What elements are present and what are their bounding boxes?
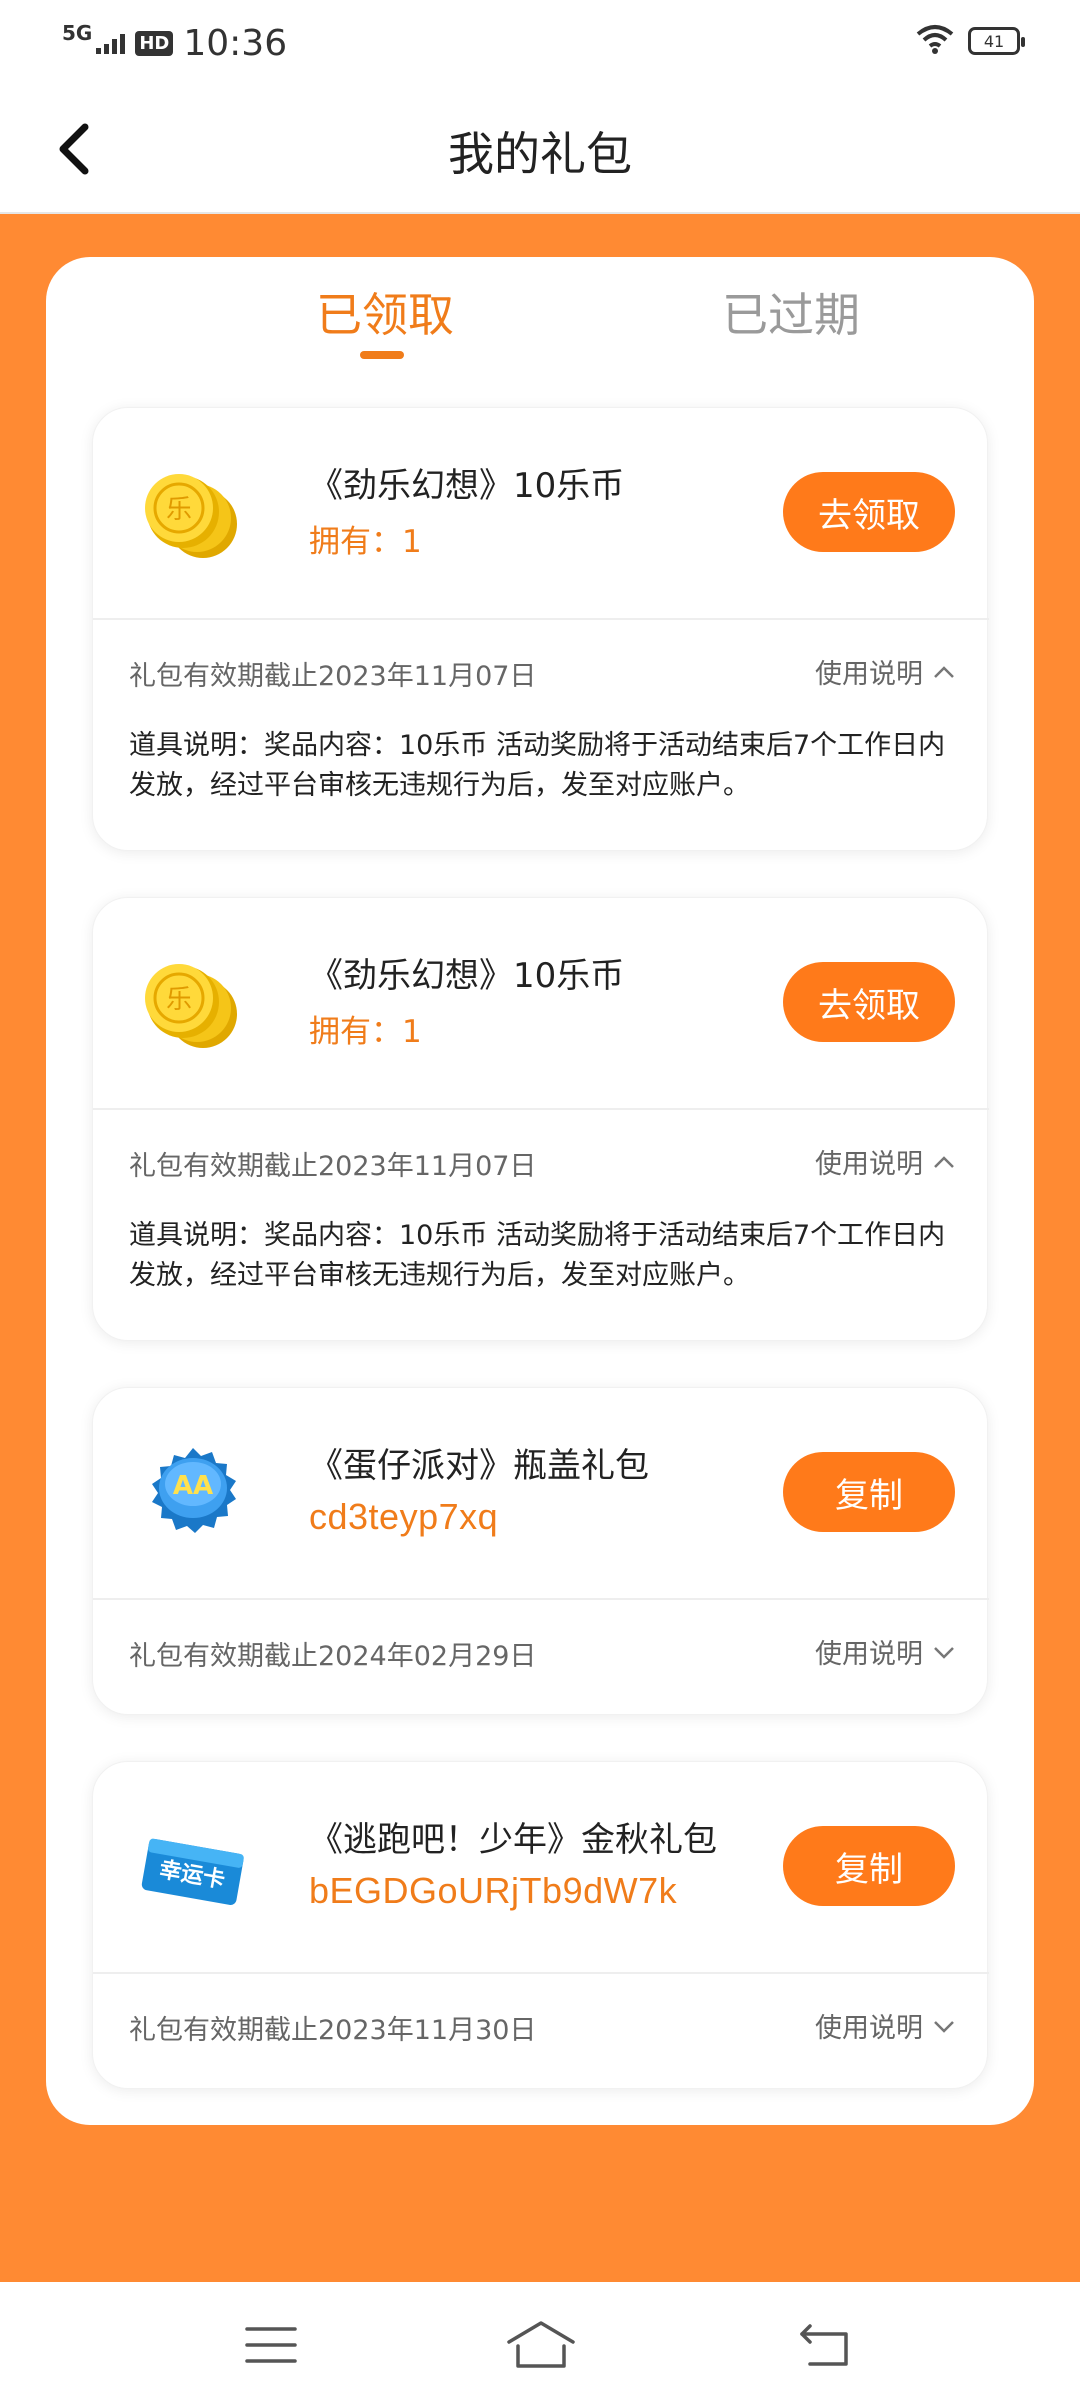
svg-text:乐: 乐 — [166, 495, 192, 525]
divider — [93, 618, 989, 620]
menu-button[interactable] — [236, 2312, 306, 2378]
claim-button[interactable]: 去领取 — [783, 472, 955, 552]
gift-card: AA 《蛋仔派对》瓶盖礼包 cd3teyp7xq 复制 礼包有效期截止2024年… — [92, 1387, 989, 1715]
chevron-up-icon — [934, 1155, 954, 1168]
expiry-text: 礼包有效期截止2024年02月29日 — [129, 1641, 537, 1672]
signal-icon — [96, 32, 126, 54]
usage-label: 使用说明 — [815, 2013, 923, 2044]
home-icon — [507, 2321, 575, 2368]
lucky-card-icon: 幸运卡 — [141, 1838, 244, 1905]
gift-name: 《蛋仔派对》瓶盖礼包 — [309, 1446, 649, 1486]
gift-name: 《劲乐幻想》10乐币 — [309, 956, 625, 996]
bottle-cap-icon: AA — [152, 1448, 236, 1533]
usage-toggle[interactable]: 使用说明 — [815, 1142, 955, 1181]
expiry-text: 礼包有效期截止2023年11月07日 — [129, 661, 537, 692]
item-description: 道具说明：奖品内容：10乐币 活动奖励将于活动结束后7个工作日内发放，经过平台审… — [129, 1220, 946, 1291]
gift-card-header: AA 《蛋仔派对》瓶盖礼包 cd3teyp7xq 复制 — [93, 1388, 989, 1599]
coin-stack-icon: 乐 — [145, 474, 237, 558]
status-time: 10:36 — [183, 22, 288, 64]
chevron-down-icon — [934, 2020, 954, 2033]
tab-expired[interactable]: 已过期 — [722, 279, 860, 345]
usage-label: 使用说明 — [815, 1149, 923, 1180]
usage-toggle[interactable]: 使用说明 — [815, 1632, 955, 1671]
divider — [93, 1598, 989, 1600]
gift-card-header: 乐 《劲乐幻想》10乐币 拥有：1 去领取 — [93, 408, 989, 619]
expiry-text: 礼包有效期截止2023年11月07日 — [129, 1151, 537, 1182]
usage-label: 使用说明 — [815, 1639, 923, 1670]
page-title: 我的礼包 — [448, 127, 632, 181]
gift-name: 《劲乐幻想》10乐币 — [309, 466, 625, 506]
claim-button[interactable]: 去领取 — [783, 962, 955, 1042]
system-nav-bar — [0, 2282, 1080, 2408]
app-header: 我的礼包 — [0, 86, 1080, 214]
divider — [93, 1972, 989, 1974]
gift-card: 乐 《劲乐幻想》10乐币 拥有：1 去领取 礼包有效期截止2023年11月07日… — [92, 407, 989, 851]
menu-icon — [245, 2327, 297, 2363]
svg-text:AA: AA — [173, 1471, 213, 1501]
status-left: 5G HD 10:36 — [62, 18, 287, 68]
tab-received[interactable]: 已领取 — [316, 279, 454, 345]
usage-toggle[interactable]: 使用说明 — [815, 2006, 955, 2045]
gift-code: cd3teyp7xq — [309, 1496, 499, 1537]
gift-card-header: 乐 《劲乐幻想》10乐币 拥有：1 去领取 — [93, 898, 989, 1109]
chevron-down-icon — [934, 1646, 954, 1659]
battery-icon: 41 — [968, 27, 1025, 55]
hd-badge: HD — [135, 30, 174, 56]
status-bar: 5G HD 10:36 41 — [0, 0, 1080, 86]
status-right: 41 — [916, 24, 1025, 58]
gift-card: 乐 《劲乐幻想》10乐币 拥有：1 去领取 礼包有效期截止2023年11月07日… — [92, 897, 989, 1341]
network-type: 5G — [62, 21, 93, 45]
gift-quantity: 拥有：1 — [309, 524, 422, 560]
svg-text:乐: 乐 — [166, 985, 192, 1015]
expiry-text: 礼包有效期截止2023年11月30日 — [129, 2015, 537, 2046]
copy-button[interactable]: 复制 — [783, 1452, 955, 1532]
usage-toggle[interactable]: 使用说明 — [815, 652, 955, 691]
gift-name: 《逃跑吧！少年》金秋礼包 — [309, 1820, 717, 1860]
gift-card: 幸运卡 《逃跑吧！少年》金秋礼包 bEGDGoURjTb9dW7k 复制 礼包有… — [92, 1761, 989, 2089]
tab-bar: 已领取 已过期 — [46, 257, 1034, 377]
home-button[interactable] — [506, 2312, 576, 2378]
item-description: 道具说明：奖品内容：10乐币 活动奖励将于活动结束后7个工作日内发放，经过平台审… — [129, 730, 946, 801]
back-nav-button[interactable] — [790, 2312, 860, 2378]
usage-label: 使用说明 — [815, 659, 923, 690]
coin-stack-icon: 乐 — [145, 964, 237, 1048]
chevron-up-icon — [934, 665, 954, 678]
gift-quantity: 拥有：1 — [309, 1014, 422, 1050]
wifi-icon — [916, 24, 954, 58]
gift-panel: 已领取 已过期 乐 《劲乐幻想》10乐币 拥有：1 去领取 礼包有效期截止202… — [46, 257, 1034, 2125]
copy-button[interactable]: 复制 — [783, 1826, 955, 1906]
gift-code: bEGDGoURjTb9dW7k — [309, 1870, 678, 1911]
tab-indicator — [360, 351, 404, 359]
return-icon — [800, 2324, 848, 2366]
divider — [93, 1108, 989, 1110]
gift-card-header: 幸运卡 《逃跑吧！少年》金秋礼包 bEGDGoURjTb9dW7k 复制 — [93, 1762, 989, 1973]
